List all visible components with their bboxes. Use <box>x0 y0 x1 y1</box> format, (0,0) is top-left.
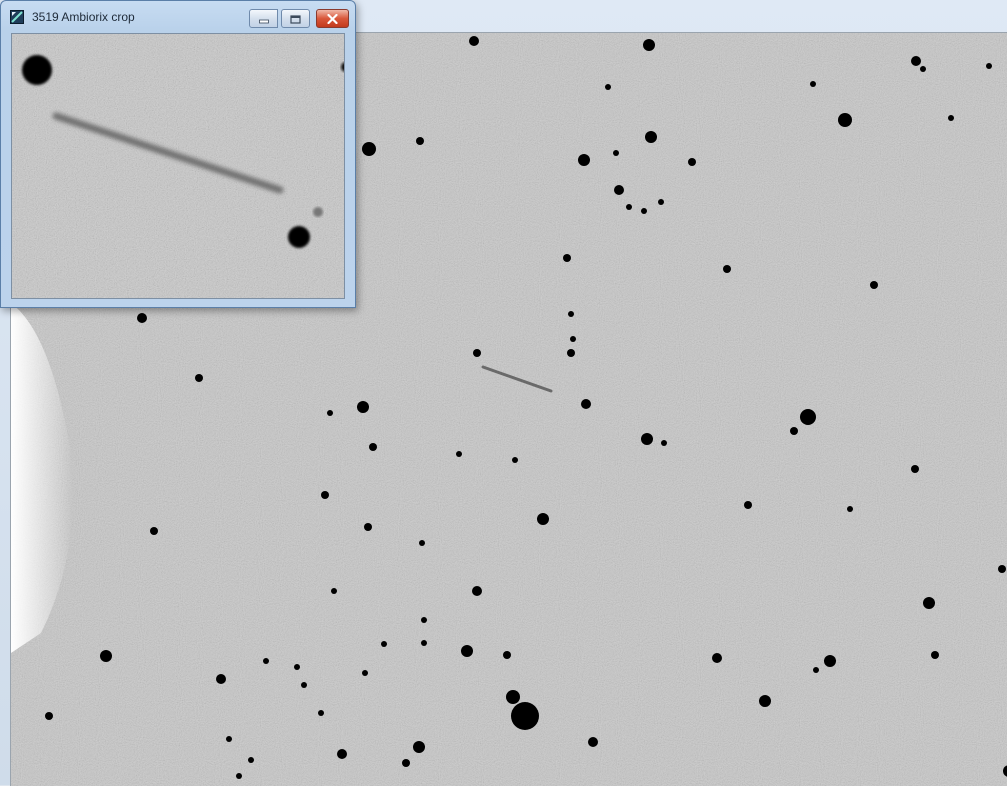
close-button[interactable] <box>316 9 349 28</box>
star <box>847 506 853 512</box>
star <box>236 773 242 779</box>
star <box>22 55 52 85</box>
close-icon <box>327 9 338 28</box>
minimize-button[interactable] <box>249 9 278 28</box>
star <box>150 527 158 535</box>
star <box>318 710 324 716</box>
star <box>472 586 482 596</box>
star <box>744 501 752 509</box>
star <box>658 199 664 205</box>
star <box>337 749 347 759</box>
star <box>473 349 481 357</box>
star <box>645 131 657 143</box>
star <box>578 154 590 166</box>
star <box>421 617 427 623</box>
star <box>838 113 852 127</box>
minimize-icon <box>258 9 269 28</box>
star <box>661 440 667 446</box>
star <box>402 759 410 767</box>
crop-star-field <box>12 34 344 298</box>
star <box>195 374 203 382</box>
star <box>759 695 771 707</box>
star <box>563 254 571 262</box>
star <box>100 650 112 662</box>
star <box>931 651 939 659</box>
star <box>870 281 878 289</box>
star <box>416 137 424 145</box>
star <box>362 670 368 676</box>
star <box>461 645 473 657</box>
title-bar[interactable]: 3519 Ambiorix crop <box>1 1 355 31</box>
maximize-icon <box>290 9 301 28</box>
star <box>790 427 798 435</box>
star <box>948 115 954 121</box>
star <box>137 313 147 323</box>
star <box>331 588 337 594</box>
star <box>911 465 919 473</box>
star <box>824 655 836 667</box>
star <box>512 457 518 463</box>
star <box>294 664 300 670</box>
star <box>421 640 427 646</box>
star <box>614 185 624 195</box>
star <box>643 39 655 51</box>
window-title: 3519 Ambiorix crop <box>32 10 135 24</box>
star <box>506 690 520 704</box>
star <box>364 523 372 531</box>
star <box>588 737 598 747</box>
star <box>357 401 369 413</box>
star <box>986 63 992 69</box>
star <box>641 433 653 445</box>
star <box>419 540 425 546</box>
star <box>45 712 53 720</box>
star <box>570 336 576 342</box>
star <box>327 410 333 416</box>
star <box>469 36 479 46</box>
star <box>998 565 1006 573</box>
star <box>626 204 632 210</box>
star <box>613 150 619 156</box>
star <box>248 757 254 763</box>
star <box>537 513 549 525</box>
star <box>369 443 377 451</box>
star <box>413 741 425 753</box>
star <box>456 451 462 457</box>
star <box>288 226 310 248</box>
crop-window[interactable]: 3519 Ambiorix crop <box>0 0 356 308</box>
star <box>301 682 307 688</box>
star <box>641 208 647 214</box>
star <box>605 84 611 90</box>
star <box>688 158 696 166</box>
star <box>511 702 539 730</box>
star <box>923 597 935 609</box>
star <box>723 265 731 273</box>
star <box>581 399 591 409</box>
star <box>313 207 323 217</box>
star <box>568 311 574 317</box>
star <box>800 409 816 425</box>
star <box>263 658 269 664</box>
star <box>362 142 376 156</box>
star <box>321 491 329 499</box>
star <box>810 81 816 87</box>
star <box>911 56 921 66</box>
crop-image-canvas[interactable] <box>11 33 345 299</box>
star <box>920 66 926 72</box>
star <box>712 653 722 663</box>
app-icon <box>10 9 24 24</box>
star <box>503 651 511 659</box>
star <box>813 667 819 673</box>
star <box>381 641 387 647</box>
maximize-button[interactable] <box>281 9 310 28</box>
star <box>216 674 226 684</box>
star <box>226 736 232 742</box>
star <box>567 349 575 357</box>
